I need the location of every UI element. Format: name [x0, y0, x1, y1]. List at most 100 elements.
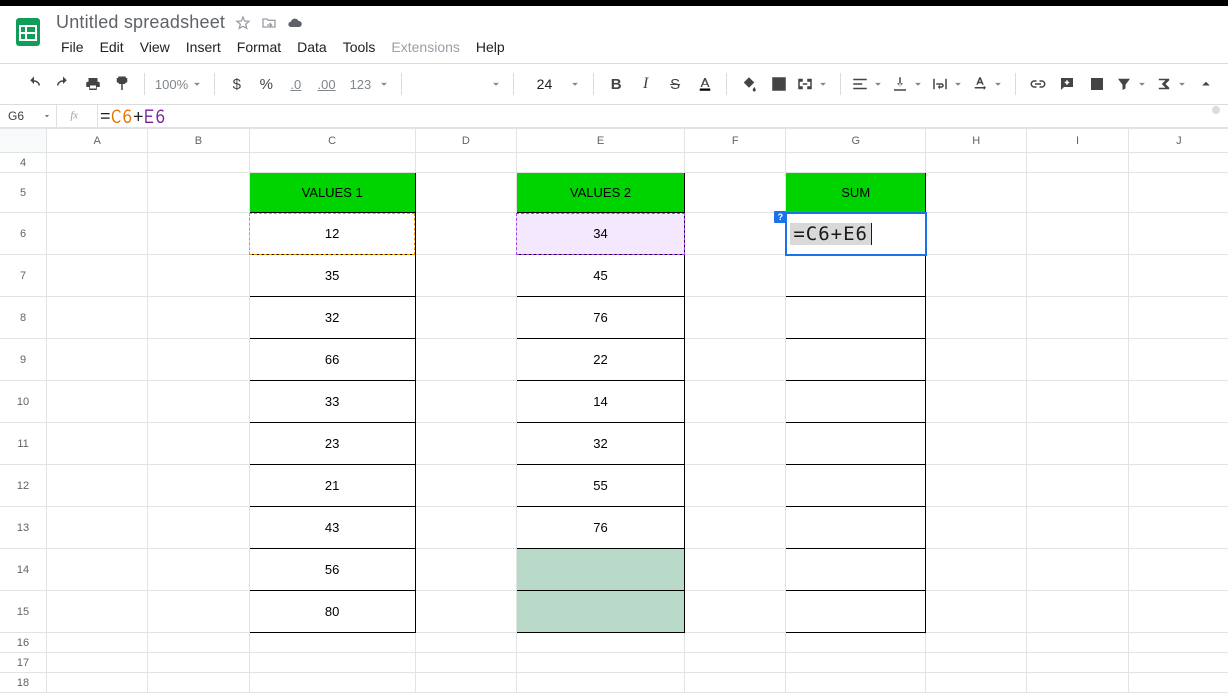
formula-bar-handle[interactable]: [1212, 106, 1220, 114]
column-header[interactable]: F: [685, 129, 786, 153]
cell[interactable]: 35: [249, 255, 415, 297]
toolbar-expand-button[interactable]: [1195, 71, 1219, 97]
menu-file[interactable]: File: [54, 35, 91, 59]
menu-insert[interactable]: Insert: [179, 35, 228, 59]
cell[interactable]: [786, 591, 926, 633]
borders-button[interactable]: [767, 71, 791, 97]
menu-tools[interactable]: Tools: [336, 35, 383, 59]
row-header[interactable]: 15: [0, 591, 47, 633]
vertical-align-button[interactable]: [891, 75, 925, 93]
move-icon[interactable]: [261, 15, 277, 31]
cell[interactable]: 34: [516, 213, 684, 255]
cell[interactable]: VALUES 1: [249, 173, 415, 213]
row-header[interactable]: 7: [0, 255, 47, 297]
name-box[interactable]: G6: [0, 109, 56, 123]
increase-decimal-button[interactable]: .00: [314, 71, 340, 97]
sheets-logo[interactable]: [8, 12, 48, 52]
formula-input[interactable]: =C6+E6: [98, 105, 166, 127]
print-button[interactable]: [81, 71, 105, 97]
font-family-select[interactable]: [412, 77, 502, 91]
column-header[interactable]: B: [148, 129, 249, 153]
menu-view[interactable]: View: [133, 35, 177, 59]
cell[interactable]: 22: [516, 339, 684, 381]
cell[interactable]: [786, 465, 926, 507]
cell[interactable]: 32: [249, 297, 415, 339]
spreadsheet-grid[interactable]: A B C D E F G H I J 4 5 VALUES 1 VALUES …: [0, 128, 1228, 693]
cell[interactable]: VALUES 2: [516, 173, 684, 213]
functions-button[interactable]: [1155, 75, 1189, 93]
cell[interactable]: [516, 591, 684, 633]
undo-button[interactable]: [22, 71, 46, 97]
cell[interactable]: 56: [249, 549, 415, 591]
menu-format[interactable]: Format: [230, 35, 288, 59]
cell[interactable]: 21: [249, 465, 415, 507]
column-header[interactable]: D: [415, 129, 516, 153]
cloud-status-icon[interactable]: [287, 15, 303, 31]
redo-button[interactable]: [52, 71, 76, 97]
row-header[interactable]: 10: [0, 381, 47, 423]
insert-chart-button[interactable]: [1085, 71, 1109, 97]
filter-button[interactable]: [1115, 75, 1149, 93]
cell[interactable]: [786, 549, 926, 591]
column-header[interactable]: G: [786, 129, 926, 153]
column-header[interactable]: J: [1128, 129, 1228, 153]
cell[interactable]: 33: [249, 381, 415, 423]
menu-edit[interactable]: Edit: [93, 35, 131, 59]
cell[interactable]: 80: [249, 591, 415, 633]
cell[interactable]: [786, 297, 926, 339]
select-all-corner[interactable]: [0, 129, 47, 153]
menu-extensions[interactable]: Extensions: [384, 35, 466, 59]
cell[interactable]: [786, 381, 926, 423]
insert-link-button[interactable]: [1026, 71, 1050, 97]
horizontal-align-button[interactable]: [851, 75, 885, 93]
cell[interactable]: [786, 507, 926, 549]
row-header[interactable]: 13: [0, 507, 47, 549]
cell[interactable]: 55: [516, 465, 684, 507]
strikethrough-button[interactable]: S: [663, 71, 687, 97]
cell[interactable]: 23: [249, 423, 415, 465]
text-color-button[interactable]: [693, 71, 717, 97]
row-header[interactable]: 5: [0, 173, 47, 213]
zoom-select[interactable]: 100%: [155, 77, 204, 92]
cell[interactable]: [516, 549, 684, 591]
italic-button[interactable]: I: [634, 71, 658, 97]
active-cell[interactable]: ?=C6+E6: [786, 213, 926, 255]
cell[interactable]: [786, 423, 926, 465]
bold-button[interactable]: B: [604, 71, 628, 97]
column-header[interactable]: I: [1027, 129, 1128, 153]
document-title[interactable]: Untitled spreadsheet: [56, 12, 225, 33]
formula-hint-icon[interactable]: ?: [774, 211, 786, 223]
cell[interactable]: [786, 339, 926, 381]
column-header[interactable]: A: [47, 129, 148, 153]
cell[interactable]: 12: [249, 213, 415, 255]
cell[interactable]: 32: [516, 423, 684, 465]
row-header[interactable]: 12: [0, 465, 47, 507]
text-wrap-button[interactable]: [931, 75, 965, 93]
merge-cells-button[interactable]: [796, 75, 830, 93]
cell[interactable]: 76: [516, 297, 684, 339]
text-rotation-button[interactable]: [971, 75, 1005, 93]
row-header[interactable]: 4: [0, 153, 47, 173]
cell[interactable]: 43: [249, 507, 415, 549]
menu-help[interactable]: Help: [469, 35, 512, 59]
column-header[interactable]: C: [249, 129, 415, 153]
insert-comment-button[interactable]: [1056, 71, 1080, 97]
decrease-decimal-button[interactable]: .0: [284, 71, 308, 97]
row-header[interactable]: 14: [0, 549, 47, 591]
font-size-input[interactable]: 24: [523, 75, 583, 93]
row-header[interactable]: 17: [0, 653, 47, 673]
column-header[interactable]: H: [926, 129, 1027, 153]
cell[interactable]: 66: [249, 339, 415, 381]
menu-data[interactable]: Data: [290, 35, 334, 59]
cell[interactable]: [786, 255, 926, 297]
percent-button[interactable]: %: [255, 71, 279, 97]
cell[interactable]: 45: [516, 255, 684, 297]
row-header[interactable]: 16: [0, 633, 47, 653]
currency-button[interactable]: $: [225, 71, 249, 97]
cell[interactable]: 14: [516, 381, 684, 423]
paint-format-button[interactable]: [111, 71, 135, 97]
fill-color-button[interactable]: [737, 71, 761, 97]
row-header[interactable]: 11: [0, 423, 47, 465]
row-header[interactable]: 6: [0, 213, 47, 255]
row-header[interactable]: 9: [0, 339, 47, 381]
